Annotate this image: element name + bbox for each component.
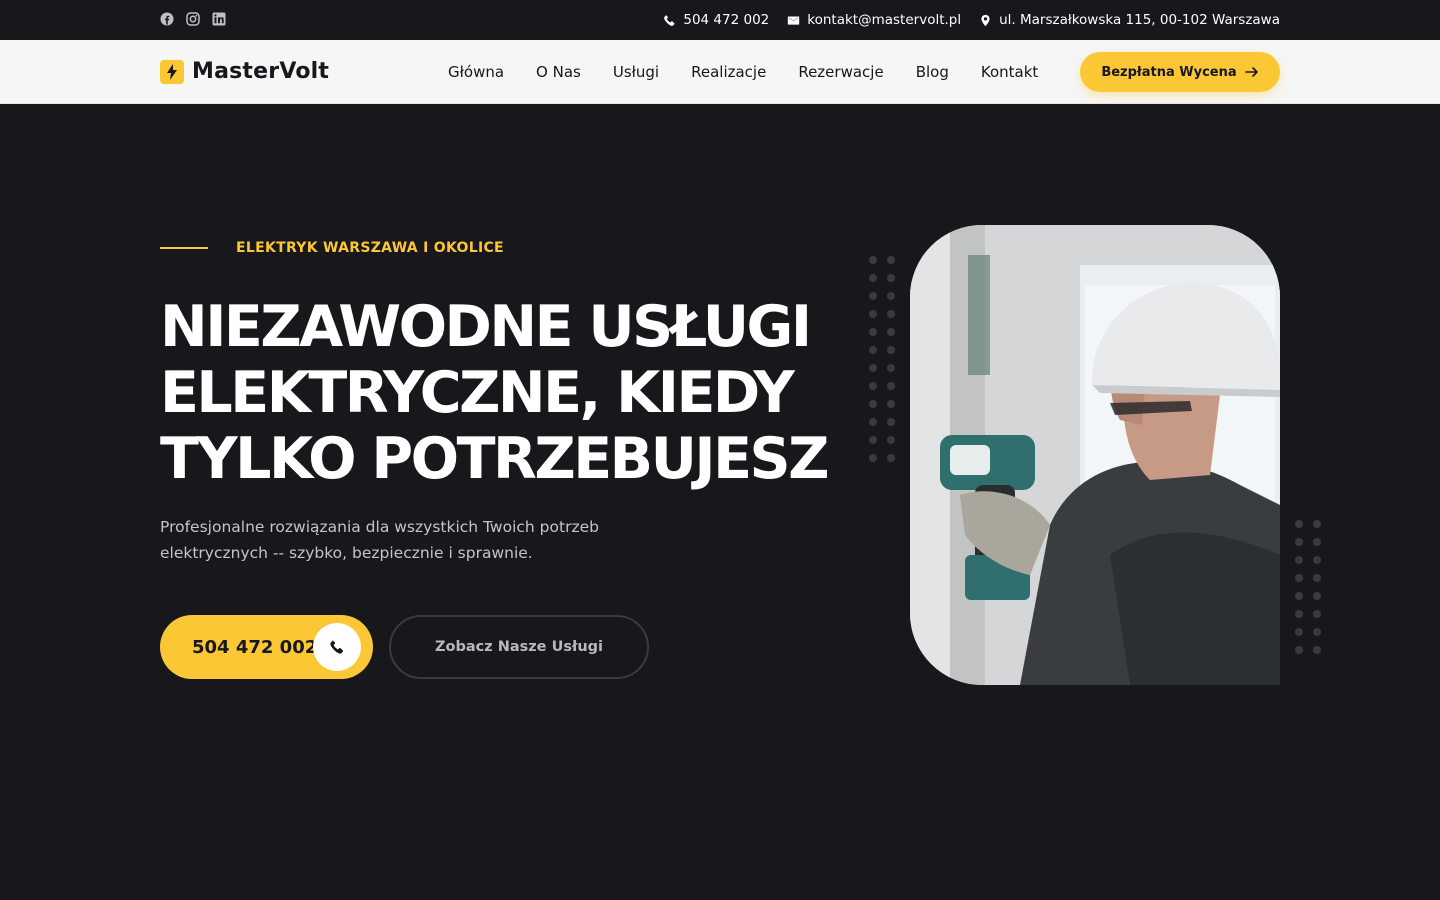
hero-kicker: ELEKTRYK WARSZAWA I OKOLICE (160, 240, 504, 256)
mail-icon (788, 15, 800, 25)
call-phone-button[interactable]: 504 472 002 (160, 615, 373, 679)
nav-item-blog[interactable]: Blog (916, 63, 949, 81)
nav-item-glowna[interactable]: Główna (448, 63, 504, 81)
nav-menu: Główna O Nas Usługi Realizacje Rezerwacj… (448, 40, 1038, 104)
phone-icon (664, 14, 675, 26)
headline-line: ELEKTRYCZNE, KIEDY (160, 360, 795, 426)
services-button[interactable]: Zobacz Nasze Usługi (389, 615, 649, 679)
free-quote-label: Bezpłatna Wycena (1101, 64, 1237, 80)
brand-logo[interactable]: MasterVolt (160, 59, 329, 84)
hero-subtitle: Profesjonalne rozwiązania dla wszystkich… (160, 518, 599, 562)
nav-item-realizacje[interactable]: Realizacje (691, 63, 766, 81)
headline-line: NIEZAWODNE USŁUGI (160, 294, 812, 360)
contact-address-text: ul. Marszałkowska 115, 00-102 Warszawa (999, 12, 1280, 28)
free-quote-button[interactable]: Bezpłatna Wycena (1080, 52, 1280, 92)
phone-icon (313, 623, 361, 671)
hero-headline: NIEZAWODNE USŁUGI ELEKTRYCZNE, KIEDY TYL… (160, 294, 829, 492)
nav-item-kontakt[interactable]: Kontakt (981, 63, 1038, 81)
kicker-line (160, 247, 208, 249)
arrow-right-icon (1244, 67, 1258, 77)
contact-phone-text: 504 472 002 (683, 12, 770, 28)
brand-name: MasterVolt (192, 59, 330, 84)
call-phone-number: 504 472 002 (192, 636, 318, 658)
nav-item-rezerwacje[interactable]: Rezerwacje (798, 63, 883, 81)
nav-item-o-nas[interactable]: O Nas (536, 63, 581, 81)
location-pin-icon (981, 14, 990, 26)
contact-address[interactable]: ul. Marszałkowska 115, 00-102 Warszawa (979, 12, 1280, 28)
main-navigation: MasterVolt Główna O Nas Usługi Realizacj… (0, 40, 1440, 104)
contact-email-text: kontakt@mastervolt.pl (807, 12, 962, 28)
facebook-icon[interactable] (160, 12, 174, 26)
contact-email[interactable]: kontakt@mastervolt.pl (787, 12, 961, 28)
decorative-dots (1295, 520, 1321, 654)
contact-phone[interactable]: 504 472 002 (663, 12, 769, 28)
social-links (160, 12, 226, 26)
instagram-icon[interactable] (186, 12, 200, 26)
headline-line: TYLKO POTRZEBUJESZ (160, 426, 829, 492)
lightning-bolt-icon (160, 59, 184, 84)
decorative-dots (869, 256, 895, 462)
top-bar: 504 472 002 kontakt@mastervolt.pl ul. Ma… (0, 0, 1440, 40)
hero-photo-electrician (910, 225, 1280, 685)
kicker-text: ELEKTRYK WARSZAWA I OKOLICE (236, 240, 504, 256)
nav-item-uslugi[interactable]: Usługi (613, 63, 659, 81)
linkedin-icon[interactable] (212, 12, 226, 26)
contact-info: 504 472 002 kontakt@mastervolt.pl ul. Ma… (663, 0, 1280, 40)
